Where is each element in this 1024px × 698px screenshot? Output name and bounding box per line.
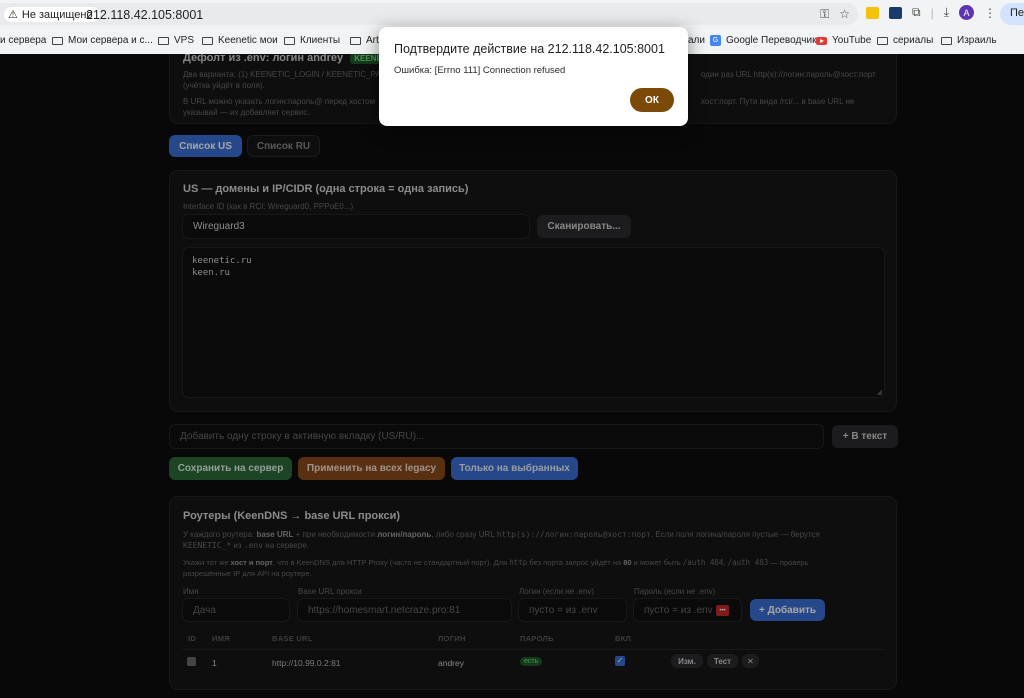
dialog-title: Подтвердите действие на 212.118.42.105:8… bbox=[394, 42, 665, 56]
base-url-label: Base URL прокси bbox=[298, 587, 362, 596]
routers-table-header: ID ИМЯ BASE URL ЛОГИН ПАРОЛЬ ВКЛ bbox=[170, 634, 898, 648]
extension-blue-icon[interactable] bbox=[889, 6, 902, 19]
confirm-dialog: Подтвердите действие на 212.118.42.105:8… bbox=[379, 27, 688, 126]
defaults-line2-tail: хост:порт. Пути вида /rci/... в base URL… bbox=[701, 97, 855, 106]
youtube-icon bbox=[816, 36, 827, 45]
edit-router-button[interactable]: Изм. bbox=[671, 654, 703, 668]
col-password: ПАРОЛЬ bbox=[520, 634, 554, 643]
scan-button[interactable]: Сканировать... bbox=[537, 215, 631, 238]
separator: | bbox=[930, 5, 934, 20]
name-input[interactable]: Дача bbox=[182, 598, 290, 622]
download-icon[interactable]: ⤓ bbox=[944, 5, 949, 20]
password-manager-icon[interactable]: ••• bbox=[716, 605, 729, 616]
row-select-checkbox[interactable] bbox=[187, 657, 196, 666]
defaults-line1-tail: один раз URL http(s)://логин:пароль@хост… bbox=[701, 70, 876, 79]
col-name: ИМЯ bbox=[212, 634, 230, 643]
security-label: Не защищено bbox=[21, 8, 93, 21]
col-login: ЛОГИН bbox=[438, 634, 466, 643]
google-translate-icon: G bbox=[710, 35, 721, 46]
save-to-server-button[interactable]: Сохранить на сервер bbox=[169, 457, 292, 480]
bookmark-item[interactable]: али bbox=[688, 35, 705, 46]
defaults-line2b: указывай — их добавляет сервис. bbox=[183, 108, 310, 117]
url-text[interactable]: 212.118.42.105:8001 bbox=[86, 8, 203, 22]
folder-icon bbox=[350, 36, 361, 45]
add-router-button[interactable]: + Добавить bbox=[750, 599, 825, 621]
resize-handle-icon[interactable]: ◢ bbox=[877, 388, 882, 396]
interface-label: Interface ID (как в RCI: Wireguard0, PPP… bbox=[183, 202, 354, 211]
col-enabled: ВКЛ bbox=[615, 634, 632, 643]
test-router-button[interactable]: Тест bbox=[707, 654, 738, 668]
defaults-line1: Два варианта: (1) KEENETIC_LOGIN / KEENE… bbox=[183, 70, 392, 79]
address-bar[interactable]: ⚠ Не защищено 212.118.42.105:8001 ⚿ ☆ bbox=[0, 3, 858, 25]
page-content: Дефолт из .env: логин andrey KEENETIC_ Д… bbox=[0, 54, 1024, 698]
password-input[interactable]: пусто = из .env ••• bbox=[633, 598, 742, 622]
bookmark-item[interactable]: Keenetic мои bbox=[202, 35, 278, 46]
folder-icon bbox=[284, 36, 295, 45]
col-id: ID bbox=[188, 634, 197, 643]
name-label: Имя bbox=[183, 587, 199, 596]
bookmark-item[interactable]: Клиенты bbox=[284, 35, 340, 46]
translate-button[interactable]: Пере bbox=[1000, 3, 1024, 25]
table-row: 1 http://10.99.0.2:81 andrey есть ✓ Изм.… bbox=[170, 654, 898, 674]
defaults-title: Дефолт из .env: логин andrey KEENETIC_ bbox=[183, 54, 404, 64]
apply-all-legacy-button[interactable]: Применить на всех legacy bbox=[298, 457, 445, 480]
folder-icon bbox=[877, 36, 888, 45]
bookmark-item[interactable]: Израиль bbox=[941, 35, 997, 46]
row-base-url: http://10.99.0.2:81 bbox=[272, 658, 341, 668]
delete-router-button[interactable]: ✕ bbox=[742, 654, 759, 668]
add-to-text-button[interactable]: + В текст bbox=[832, 425, 898, 448]
base-url-input[interactable]: https://homesmart.netcraze.pro:81 bbox=[297, 598, 512, 622]
entries-textarea[interactable]: keenetic.ru keen.ru ◢ bbox=[182, 247, 885, 398]
row-login: andrey bbox=[438, 658, 464, 668]
us-card-title: US — домены и IP/CIDR (одна строка = одн… bbox=[183, 183, 469, 195]
addressbar-icons: ⚿ ☆ bbox=[820, 7, 850, 22]
entry-line: keen.ru bbox=[192, 267, 230, 278]
login-input[interactable]: пусто = из .env bbox=[518, 598, 627, 622]
warning-icon: ⚠ bbox=[8, 9, 18, 21]
menu-dots-icon[interactable]: ⋮ bbox=[984, 6, 996, 20]
add-line-input[interactable]: Добавить одну строку в активную вкладку … bbox=[169, 424, 824, 449]
enabled-checkbox[interactable]: ✓ bbox=[615, 656, 625, 666]
folder-icon bbox=[202, 36, 213, 45]
table-divider bbox=[182, 649, 886, 650]
folder-icon bbox=[941, 36, 952, 45]
col-base-url: BASE URL bbox=[272, 634, 313, 643]
key-icon[interactable]: ⚿ bbox=[820, 7, 829, 22]
bookmark-item[interactable]: сериалы bbox=[877, 35, 933, 46]
defaults-line2: В URL можно указать логин:пароль@ перед … bbox=[183, 97, 376, 106]
routers-desc2: Укажи тот же хост и порт, что в KeenDNS … bbox=[183, 558, 809, 578]
toolbar-icons: ⧉ | ⤓ A ⋮ bbox=[866, 5, 996, 20]
row-id: 1 bbox=[212, 658, 217, 668]
interface-input[interactable]: Wireguard3 bbox=[182, 214, 530, 239]
extension-yellow-icon[interactable] bbox=[866, 6, 879, 19]
bookmark-item[interactable]: Мои сервера и с... bbox=[52, 35, 153, 46]
us-list-card: US — домены и IP/CIDR (одна строка = одн… bbox=[169, 170, 897, 412]
routers-card: Роутеры (KeenDNS → base URL прокси) У ка… bbox=[169, 496, 897, 690]
dialog-ok-button[interactable]: ОК bbox=[630, 88, 674, 112]
tab-ru[interactable]: Список RU bbox=[247, 135, 320, 157]
bookmark-item[interactable]: и сервера bbox=[0, 35, 46, 46]
bookmark-item[interactable]: Arti bbox=[350, 35, 381, 46]
dialog-message: Ошибка: [Errno 111] Connection refused bbox=[394, 65, 566, 76]
profile-avatar[interactable]: A bbox=[959, 5, 975, 20]
defaults-line1b: (учётка уйдёт в поля). bbox=[183, 81, 265, 90]
bookmark-item[interactable]: VPS bbox=[158, 35, 194, 46]
folder-icon bbox=[158, 36, 169, 45]
bookmark-item[interactable]: YouTube bbox=[816, 35, 871, 46]
routers-title: Роутеры (KeenDNS → base URL прокси) bbox=[183, 510, 401, 522]
folder-icon bbox=[52, 36, 63, 45]
extensions-puzzle-icon[interactable]: ⧉ bbox=[912, 5, 921, 20]
routers-desc1: У каждого роутера: base URL + при необхо… bbox=[183, 530, 820, 550]
tab-us[interactable]: Список US bbox=[169, 135, 242, 157]
entry-line: keenetic.ru bbox=[192, 256, 252, 266]
password-status-badge: есть bbox=[520, 657, 543, 666]
bookmark-item[interactable]: G Google Переводчик bbox=[710, 35, 816, 46]
password-label: Пароль (если не .env) bbox=[634, 587, 716, 596]
bookmark-star-icon[interactable]: ☆ bbox=[839, 7, 850, 22]
login-label: Логин (если не .env) bbox=[519, 587, 595, 596]
apply-selected-button[interactable]: Только на выбранных bbox=[451, 457, 578, 480]
